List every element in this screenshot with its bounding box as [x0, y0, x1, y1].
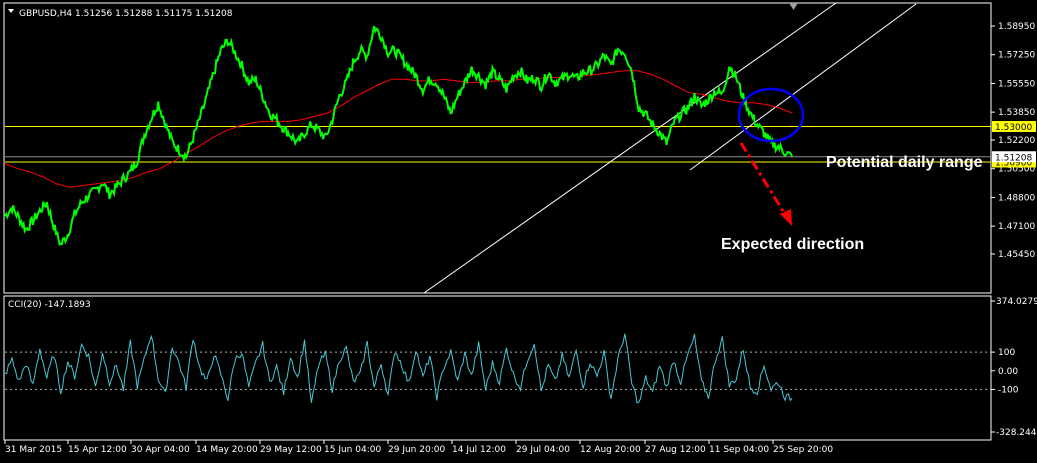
level-label: 1.53000	[995, 123, 1032, 133]
cci-tick-label: 374.0279	[996, 297, 1037, 307]
symbol-header: GBPUSD,H4 1.51256 1.51288 1.51175 1.5120…	[19, 9, 233, 19]
price-line	[4, 25, 793, 246]
time-tick-label: 30 Apr 04:00	[131, 445, 190, 455]
time-tick-label: 31 Mar 2015	[5, 445, 62, 455]
cci-tick-label: -100	[998, 385, 1019, 395]
price-tick-label: 1.58950	[998, 22, 1035, 32]
time-tick-label: 29 May 12:00	[260, 445, 322, 455]
chart-window: GBPUSD,H4 1.51256 1.51288 1.51175 1.5120…	[0, 0, 1037, 458]
time-tick-label: 11 Sep 04:00	[709, 445, 769, 455]
scroll-marker-icon	[789, 3, 798, 10]
price-tick-label: 1.47100	[998, 222, 1035, 232]
expected-direction-arrow	[739, 142, 788, 217]
time-tick-label: 29 Jul 04:00	[516, 445, 570, 455]
price-tick-label: 1.57250	[998, 51, 1035, 61]
time-tick-label: 12 Aug 20:00	[580, 445, 641, 455]
cci-line	[4, 333, 793, 404]
cci-tick-label: 100	[998, 348, 1015, 358]
time-tick-label: 15 Apr 12:00	[68, 445, 127, 455]
time-tick-label: 25 Sep 20:00	[773, 445, 833, 455]
dropdown-triangle-icon[interactable]	[8, 9, 14, 13]
price-tick-label: 1.53850	[998, 108, 1035, 118]
time-tick-label: 27 Aug 12:00	[645, 445, 706, 455]
price-tick-label: 1.52200	[998, 136, 1035, 146]
price-tick-label: 1.48800	[998, 193, 1035, 203]
time-tick-label: 29 Jun 20:00	[388, 445, 445, 455]
time-tick-label: 15 Jun 04:00	[324, 445, 381, 455]
chart-svg: GBPUSD,H4 1.51256 1.51288 1.51175 1.5120…	[3, 2, 1037, 455]
price-tick-label: 1.55550	[998, 79, 1035, 89]
price-tick-label: 1.45450	[998, 250, 1035, 260]
annotation-potential-daily-range: Potential daily range	[826, 154, 983, 171]
annotation-expected-direction: Expected direction	[721, 236, 864, 253]
indicator-panel-frame	[3, 295, 992, 441]
time-tick-label: 14 Jul 12:00	[452, 445, 506, 455]
cci-tick-label: -328.2446	[996, 428, 1037, 438]
time-tick-label: 14 May 20:00	[196, 445, 258, 455]
cci-tick-label: 0.00	[998, 367, 1018, 377]
indicator-label: CCI(20) -147.1893	[8, 300, 91, 310]
current-price-label: 1.51208	[995, 153, 1032, 163]
moving-average-line	[4, 70, 793, 188]
